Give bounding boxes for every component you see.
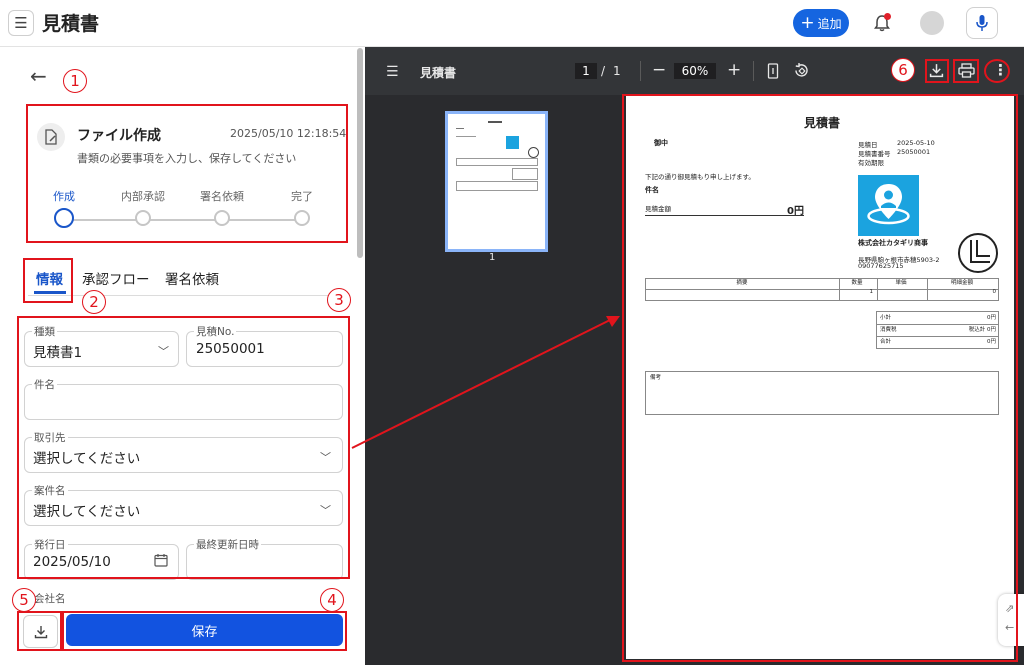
zoom-in-icon[interactable]: + <box>727 60 741 80</box>
zoom-level-input[interactable]: 60% <box>674 63 716 79</box>
thumbnail-page-number: 1 <box>489 252 496 263</box>
page-number-input[interactable]: 1 <box>575 63 597 79</box>
annotation-marker-5: 5 <box>12 588 36 612</box>
tab-signature-request[interactable]: 署名依頼 <box>165 268 219 288</box>
viewer-title: 見積書 <box>420 66 457 80</box>
annotation-marker-2: 2 <box>82 290 106 314</box>
viewer-menu-icon[interactable]: ☰ <box>386 64 399 80</box>
annotation-box-form <box>17 316 350 579</box>
tab-approval-flow[interactable]: 承認フロー <box>82 268 150 288</box>
plus-icon: + <box>800 12 815 33</box>
back-arrow-icon[interactable]: ← <box>30 64 47 88</box>
tab-divider <box>28 295 342 296</box>
annotation-marker-3: 3 <box>327 288 351 312</box>
add-button-label: 追加 <box>817 16 842 31</box>
annotation-box-info-tab <box>23 258 73 303</box>
annotation-box-viewer-download <box>925 59 949 83</box>
annotation-box-preview <box>622 94 1018 662</box>
menu-icon: ☰ <box>14 14 28 32</box>
annotation-box-save <box>62 611 347 651</box>
toolbar-divider <box>753 61 754 81</box>
notification-dot <box>884 13 891 20</box>
annotation-box-viewer-more <box>984 59 1010 83</box>
page-separator: / <box>601 64 606 78</box>
app-header <box>0 0 1024 47</box>
voice-input-button[interactable] <box>966 7 998 39</box>
zoom-out-icon[interactable]: − <box>652 60 666 80</box>
annotation-marker-1: 1 <box>63 69 87 93</box>
annotation-box-download <box>17 611 62 651</box>
avatar[interactable] <box>920 11 944 35</box>
rotate-icon[interactable] <box>793 62 810 79</box>
annotation-box-workflow <box>26 104 348 243</box>
annotation-marker-4: 4 <box>320 588 344 612</box>
page-thumbnail[interactable] <box>445 111 548 252</box>
mic-icon <box>976 15 988 31</box>
toolbar-divider <box>640 61 641 81</box>
page-title: 見積書 <box>42 13 100 35</box>
annotation-box-viewer-print <box>953 59 979 83</box>
hamburger-menu-button[interactable]: ☰ <box>8 10 34 36</box>
company-label: 会社名 <box>32 591 68 606</box>
annotation-marker-6: 6 <box>891 58 915 82</box>
add-button[interactable]: + 追加 <box>793 9 849 37</box>
fit-page-icon[interactable] <box>767 63 779 79</box>
scrollbar[interactable] <box>357 48 363 258</box>
page-total: 1 <box>613 64 621 78</box>
